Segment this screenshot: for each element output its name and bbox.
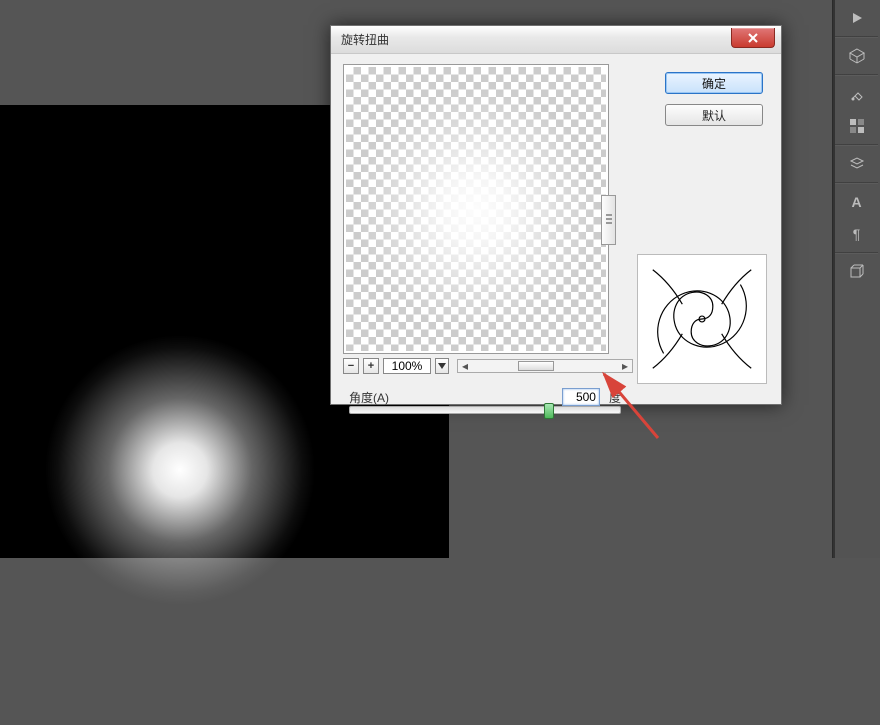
preview-hscroll[interactable]: ◂ ▸	[457, 359, 633, 373]
angle-unit: 度	[609, 389, 621, 406]
angle-slider-thumb[interactable]	[544, 403, 554, 419]
zoom-value[interactable]: 100%	[383, 358, 431, 374]
swirl-icon	[638, 255, 766, 383]
angle-row: 角度(A) 500 度	[349, 386, 621, 408]
brush-icon[interactable]	[841, 80, 873, 108]
zoom-dropdown[interactable]	[435, 358, 449, 374]
close-button[interactable]	[731, 28, 775, 48]
zoom-toolbar: − + 100% ◂ ▸	[343, 356, 633, 376]
sep	[835, 36, 878, 38]
sep	[835, 144, 878, 146]
preview-resize-handle[interactable]	[601, 195, 616, 245]
angle-slider[interactable]	[349, 406, 621, 414]
zoom-in-button[interactable]: +	[363, 358, 379, 374]
cancel-button[interactable]: 默认	[665, 104, 763, 126]
cube-icon[interactable]	[841, 42, 873, 70]
sep	[835, 74, 878, 76]
radial-glow-artwork	[180, 470, 190, 480]
scroll-left-icon[interactable]: ◂	[458, 360, 472, 372]
ok-button[interactable]: 确定	[665, 72, 763, 94]
angle-label: 角度(A)	[349, 389, 389, 406]
play-icon[interactable]	[841, 4, 873, 32]
scroll-thumb[interactable]	[518, 361, 554, 371]
scroll-right-icon[interactable]: ▸	[618, 360, 632, 372]
swatches-icon[interactable]	[841, 112, 873, 140]
zoom-out-button[interactable]: −	[343, 358, 359, 374]
dialog-titlebar[interactable]: 旋转扭曲	[331, 26, 781, 54]
twirl-dialog: 旋转扭曲 − + 100% ◂ ▸	[330, 25, 782, 405]
paragraph-icon[interactable]: ¶	[841, 220, 873, 248]
dialog-title: 旋转扭曲	[341, 31, 389, 48]
box3d-icon[interactable]	[841, 258, 873, 286]
preview-inner	[346, 67, 606, 351]
sep	[835, 182, 878, 184]
angle-input[interactable]: 500	[562, 388, 600, 406]
right-panel-strip: A ¶	[832, 0, 880, 558]
layers-icon[interactable]	[841, 150, 873, 178]
sep	[835, 252, 878, 254]
preview-area[interactable]	[343, 64, 609, 354]
character-icon[interactable]: A	[841, 188, 873, 216]
panel-edge	[833, 0, 835, 558]
dialog-body: − + 100% ◂ ▸ 角度(A) 500 度 确定 默认	[331, 54, 781, 404]
preview-glow	[356, 89, 596, 329]
swirl-preview	[637, 254, 767, 384]
